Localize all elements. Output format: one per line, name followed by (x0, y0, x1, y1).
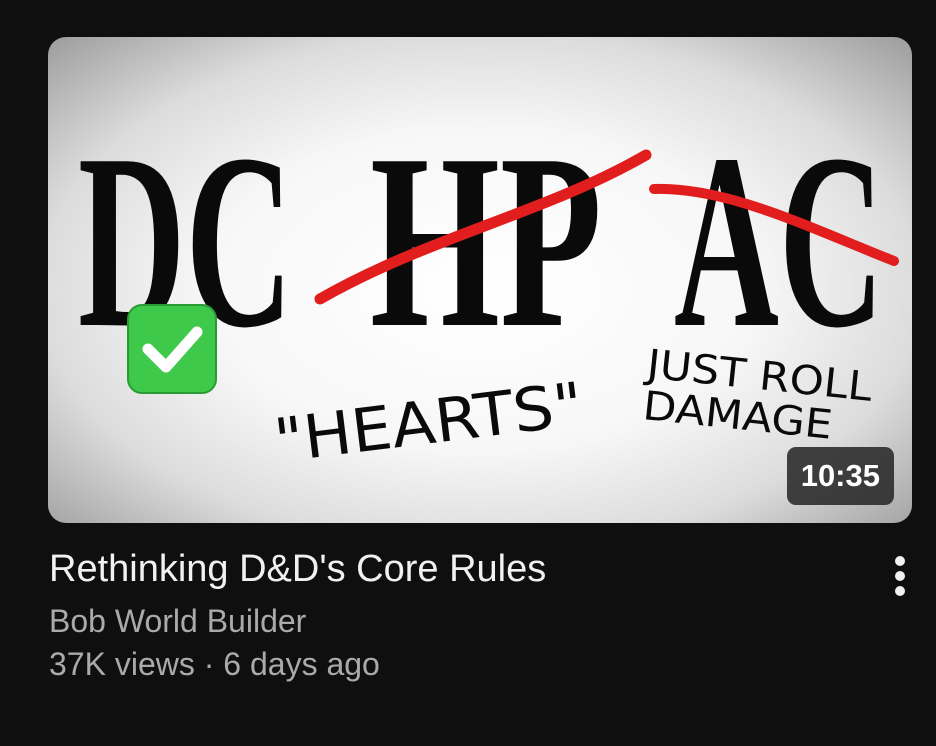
check-icon (127, 304, 217, 394)
video-title[interactable]: Rethinking D&D's Core Rules (49, 544, 869, 594)
video-stats: 37K views · 6 days ago (49, 646, 380, 682)
video-meta: Rethinking D&D's Core Rules Bob World Bu… (49, 544, 869, 685)
channel-name[interactable]: Bob World Builder (49, 600, 869, 642)
more-vert-icon (895, 556, 905, 596)
duration-badge: 10:35 (786, 447, 894, 505)
thumb-letters-hp: HP (370, 103, 602, 380)
video-card: DC HP AC "HEARTS" JUST ROLL DAMAGE 10:35… (0, 0, 936, 746)
video-thumbnail[interactable]: DC HP AC "HEARTS" JUST ROLL DAMAGE 10:35 (48, 37, 912, 523)
more-options-button[interactable] (880, 550, 920, 602)
thumb-label-hearts: "HEARTS" (271, 370, 587, 477)
